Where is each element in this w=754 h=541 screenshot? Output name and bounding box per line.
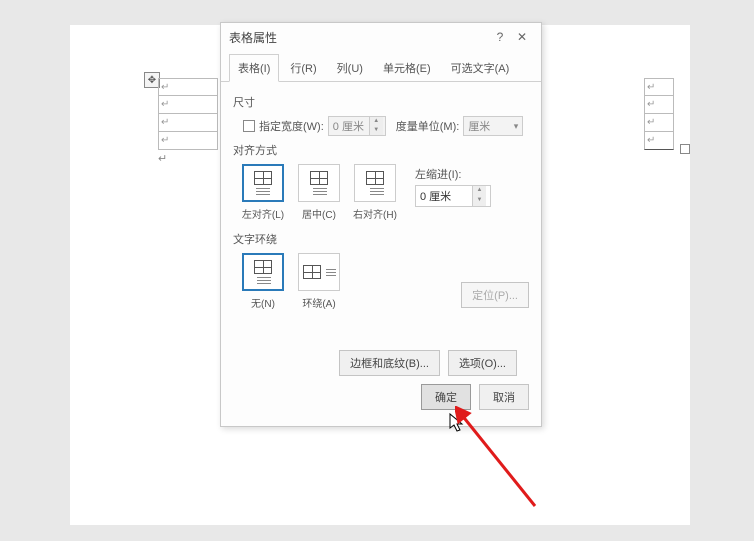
background-table: ↵ ↵ ↵ ↵ (158, 78, 218, 150)
spinner-up-icon[interactable]: ▲ (370, 117, 383, 126)
indent-label: 左缩进(I): (415, 166, 491, 182)
align-center-icon (298, 164, 340, 202)
table-row: ↵ (644, 78, 674, 96)
wrap-around-label: 环绕(A) (302, 295, 335, 310)
table-properties-dialog: 表格属性 ? ✕ 表格(I) 行(R) 列(U) 单元格(E) 可选文字(A) … (220, 22, 542, 427)
wrap-around-option[interactable]: 环绕(A) (295, 253, 343, 310)
align-left-icon (242, 164, 284, 202)
align-right-icon (354, 164, 396, 202)
size-section-label: 尺寸 (233, 94, 529, 110)
table-row: ↵ (158, 114, 218, 132)
align-center-option[interactable]: 居中(C) (295, 164, 343, 221)
spinner-up-icon[interactable]: ▲ (473, 186, 486, 196)
width-checkbox[interactable] (243, 120, 255, 132)
options-button[interactable]: 选项(O)... (448, 350, 517, 376)
indent-input[interactable] (416, 186, 472, 206)
unit-dropdown[interactable]: 厘米 (463, 116, 523, 136)
unit-dropdown-value: 厘米 (468, 118, 490, 134)
dialog-title: 表格属性 (229, 29, 277, 46)
tab-strip: 表格(I) 行(R) 列(U) 单元格(E) 可选文字(A) (221, 53, 541, 82)
dialog-content: 尺寸 指定宽度(W): ▲ ▼ 度量单位(M): 厘米 对齐方式 左 (221, 82, 541, 384)
position-button[interactable]: 定位(P)... (461, 282, 529, 308)
unit-label: 度量单位(M): (396, 118, 460, 134)
close-button[interactable]: ✕ (511, 30, 533, 44)
table-row: ↵ (158, 132, 218, 150)
align-right-option[interactable]: 右对齐(H) (351, 164, 399, 221)
wrap-section-label: 文字环绕 (233, 231, 529, 247)
table-row: ↵ (644, 114, 674, 132)
borders-button[interactable]: 边框和底纹(B)... (339, 350, 440, 376)
wrap-none-icon (242, 253, 284, 291)
align-center-label: 居中(C) (302, 206, 336, 221)
wrap-none-label: 无(N) (251, 295, 275, 310)
table-row: ↵ (158, 96, 218, 114)
help-button[interactable]: ? (489, 30, 511, 44)
wrap-none-option[interactable]: 无(N) (239, 253, 287, 310)
dialog-titlebar: 表格属性 ? ✕ (221, 23, 541, 51)
table-row: ↵ (644, 132, 674, 150)
width-spinner[interactable]: ▲ ▼ (328, 116, 386, 136)
spinner-down-icon[interactable]: ▼ (370, 126, 383, 135)
wrap-row: 无(N) 环绕(A) 定位(P)... (233, 253, 529, 310)
indent-spinner[interactable]: ▲ ▼ (415, 185, 491, 207)
table-row: ↵ (644, 96, 674, 114)
table-row: ↵ (158, 78, 218, 96)
alignment-row: 左对齐(L) 居中(C) 右对齐(H) 左缩进(I): ▲ (233, 164, 529, 221)
align-section-label: 对齐方式 (233, 142, 529, 158)
background-table-right: ↵ ↵ ↵ ↵ (644, 78, 674, 150)
dialog-footer: 确定 取消 (221, 376, 541, 418)
align-left-label: 左对齐(L) (242, 206, 284, 221)
indent-block: 左缩进(I): ▲ ▼ (415, 166, 491, 207)
tab-alttext[interactable]: 可选文字(A) (442, 54, 519, 82)
spinner-down-icon[interactable]: ▼ (473, 196, 486, 206)
ok-button[interactable]: 确定 (421, 384, 471, 410)
align-left-option[interactable]: 左对齐(L) (239, 164, 287, 221)
options-row: 边框和底纹(B)... 选项(O)... (233, 350, 529, 376)
size-row: 指定宽度(W): ▲ ▼ 度量单位(M): 厘米 (233, 116, 529, 136)
tab-table[interactable]: 表格(I) (229, 54, 279, 82)
paragraph-mark: ↵ (158, 152, 167, 165)
tab-cell[interactable]: 单元格(E) (374, 54, 440, 82)
table-resize-handle[interactable] (680, 144, 690, 154)
cancel-button[interactable]: 取消 (479, 384, 529, 410)
width-checkbox-label: 指定宽度(W): (259, 118, 324, 134)
tab-row[interactable]: 行(R) (281, 54, 325, 82)
width-input[interactable] (329, 120, 369, 132)
tab-column[interactable]: 列(U) (328, 54, 372, 82)
align-right-label: 右对齐(H) (353, 206, 397, 221)
wrap-around-icon (298, 253, 340, 291)
